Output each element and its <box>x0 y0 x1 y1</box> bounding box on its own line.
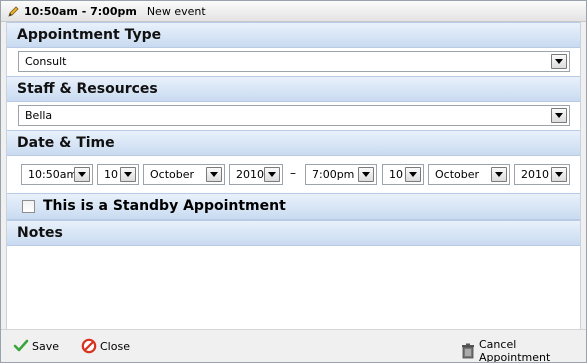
save-button[interactable]: Save <box>13 338 59 354</box>
dropdown-arrow-icon[interactable] <box>74 167 90 182</box>
end-day-value: 10 <box>389 168 403 181</box>
staff-select[interactable]: Bella <box>18 105 570 126</box>
notes-textarea[interactable] <box>7 246 580 329</box>
start-time-select[interactable]: 10:50am <box>21 164 93 185</box>
no-entry-icon <box>81 338 97 354</box>
trash-icon <box>460 343 476 359</box>
cancel-appointment-button[interactable]: Cancel Appointment <box>460 338 586 363</box>
checkmark-icon <box>13 338 29 354</box>
staff-value: Bella <box>25 109 53 122</box>
dropdown-arrow-icon[interactable] <box>264 167 280 182</box>
start-time-value: 10:50am <box>28 168 74 181</box>
appointment-type-row: Consult <box>7 48 580 76</box>
end-time-select[interactable]: 7:00pm <box>305 164 377 185</box>
dropdown-arrow-icon[interactable] <box>551 167 567 182</box>
end-time-value: 7:00pm <box>312 168 355 181</box>
dropdown-arrow-icon[interactable] <box>120 167 136 182</box>
start-month-value: October <box>150 168 195 181</box>
dropdown-arrow-icon[interactable] <box>206 167 222 182</box>
start-month-select[interactable]: October <box>143 164 225 185</box>
title-subtitle: New event <box>146 4 206 18</box>
section-notes: Notes <box>7 220 580 246</box>
event-dialog: 10:50am - 7:00pm New event Appointment T… <box>0 0 587 363</box>
title-bar: 10:50am - 7:00pm New event <box>1 1 586 22</box>
section-date-time: Date & Time <box>7 130 580 156</box>
form-panel: Appointment Type Consult Staff & Resourc… <box>6 22 581 329</box>
dropdown-arrow-icon[interactable] <box>491 167 507 182</box>
dropdown-arrow-icon[interactable] <box>551 108 567 123</box>
close-button[interactable]: Close <box>81 338 130 354</box>
section-staff-resources: Staff & Resources <box>7 76 580 102</box>
cancel-appointment-label: Cancel Appointment <box>479 338 551 363</box>
dropdown-arrow-icon[interactable] <box>551 54 567 69</box>
title-time-range: 10:50am - 7:00pm <box>24 4 137 18</box>
end-month-select[interactable]: October <box>428 164 510 185</box>
dropdown-arrow-icon[interactable] <box>358 167 374 182</box>
end-year-value: 2010 <box>521 168 549 181</box>
dialog-footer: Save Close Cancel Appointment <box>1 329 586 363</box>
end-month-value: October <box>435 168 480 181</box>
date-time-row: 10:50am 10 October 2010 – 7:00pm 10 Octo… <box>7 156 580 193</box>
start-year-value: 2010 <box>236 168 264 181</box>
appointment-type-select[interactable]: Consult <box>18 51 570 72</box>
staff-row: Bella <box>7 102 580 130</box>
range-separator: – <box>290 166 296 180</box>
start-year-select[interactable]: 2010 <box>229 164 283 185</box>
close-label: Close <box>100 339 130 353</box>
standby-checkbox[interactable] <box>22 200 35 213</box>
standby-label[interactable]: This is a Standby Appointment <box>43 198 286 214</box>
end-day-select[interactable]: 10 <box>382 164 424 185</box>
save-label: Save <box>32 339 60 353</box>
dropdown-arrow-icon[interactable] <box>405 167 421 182</box>
end-year-select[interactable]: 2010 <box>514 164 570 185</box>
start-day-select[interactable]: 10 <box>97 164 139 185</box>
section-appointment-type: Appointment Type <box>7 22 580 48</box>
appointment-type-value: Consult <box>25 55 67 68</box>
pencil-icon <box>8 5 19 17</box>
start-day-value: 10 <box>104 168 118 181</box>
